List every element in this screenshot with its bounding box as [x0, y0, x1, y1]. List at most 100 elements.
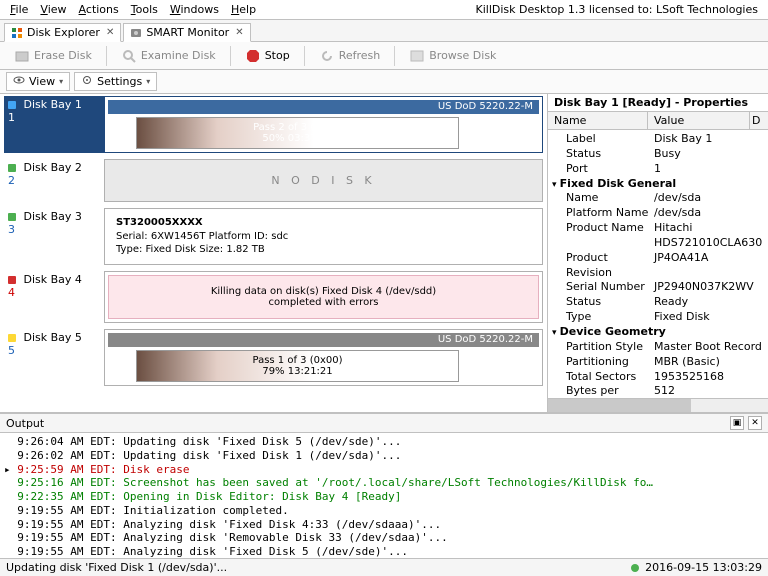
refresh-button[interactable]: Refresh: [311, 46, 389, 66]
bay-handle: Disk Bay 5 5: [4, 329, 104, 386]
disk-model: ST320005XXXX: [116, 217, 203, 228]
button-label: Refresh: [339, 49, 381, 62]
tab-label: SMART Monitor: [146, 26, 229, 39]
button-label: Erase Disk: [34, 49, 92, 62]
bay-body: Killing data on disk(s) Fixed Disk 4 (/d…: [104, 271, 543, 323]
settings-dropdown[interactable]: Settings ▾: [74, 72, 157, 91]
menu-view[interactable]: View: [34, 1, 72, 18]
bay-number: 5: [8, 344, 15, 357]
browse-icon: [409, 48, 425, 64]
main-toolbar: Erase Disk Examine Disk Stop Refresh Bro…: [0, 42, 768, 70]
erase-icon: [14, 48, 30, 64]
menu-file[interactable]: File: [4, 1, 34, 18]
column-d[interactable]: D: [750, 112, 768, 129]
menubar: File View Actions Tools Windows Help Kil…: [0, 0, 768, 20]
bay-title: Disk Bay 4: [24, 273, 82, 286]
bay-number: 1: [8, 111, 15, 124]
examine-disk-button[interactable]: Examine Disk: [113, 46, 224, 66]
output-title: Output: [6, 417, 44, 430]
close-icon[interactable]: ✕: [748, 416, 762, 430]
log-line: 9:26:04 AM EDT: Updating disk 'Fixed Dis…: [4, 435, 764, 449]
prop-key: Product Revision: [550, 251, 654, 281]
stop-button[interactable]: Stop: [237, 46, 298, 66]
tab-bar: Disk Explorer ✕ SMART Monitor ✕: [0, 20, 768, 42]
disk-bay-5[interactable]: Disk Bay 5 5 US DoD 5220.22-M Pass 1 of …: [4, 329, 543, 386]
prop-value: Busy: [654, 147, 766, 162]
prop-key: Status: [550, 147, 654, 162]
prop-key: Product Name: [550, 221, 654, 251]
bay-handle: Disk Bay 1 1: [4, 96, 104, 153]
prop-key: Type: [550, 310, 654, 325]
progress-pct-time: 50% 03:37:01: [262, 133, 332, 144]
bay-handle: Disk Bay 3 3: [4, 208, 104, 265]
menu-windows[interactable]: Windows: [164, 1, 225, 18]
main-area: Disk Bay 1 1 US DoD 5220.22-M Pass 2 of …: [0, 94, 768, 412]
separator: [106, 46, 107, 66]
led-icon: [8, 101, 16, 109]
button-label: Browse Disk: [429, 49, 496, 62]
error-line: Killing data on disk(s) Fixed Disk 4 (/d…: [117, 286, 530, 297]
prop-value: MBR (Basic): [654, 355, 766, 370]
progress-bar: Pass 1 of 3 (0x00) 79% 13:21:21: [136, 350, 459, 382]
prop-key: Total Sectors: [550, 370, 654, 385]
prop-value: /dev/sda: [654, 191, 766, 206]
log-line: 9:26:02 AM EDT: Updating disk 'Fixed Dis…: [4, 449, 764, 463]
prop-value: 512: [654, 384, 766, 398]
prop-group[interactable]: Device Geometry: [550, 325, 766, 340]
menu-actions[interactable]: Actions: [73, 1, 125, 18]
disk-bay-list[interactable]: Disk Bay 1 1 US DoD 5220.22-M Pass 2 of …: [0, 94, 548, 412]
tab-disk-explorer[interactable]: Disk Explorer ✕: [4, 23, 121, 42]
erase-scheme: US DoD 5220.22-M: [108, 100, 539, 114]
output-panel: Output ▣ ✕ 9:26:04 AM EDT: Updating disk…: [0, 412, 768, 558]
log-line: 9:22:35 AM EDT: Opening in Disk Editor: …: [4, 490, 764, 504]
output-log[interactable]: 9:26:04 AM EDT: Updating disk 'Fixed Dis…: [0, 433, 768, 558]
dropdown-label: View: [29, 75, 55, 88]
disk-bay-3[interactable]: Disk Bay 3 3 ST320005XXXX Serial: 6XW145…: [4, 208, 543, 265]
button-label: Stop: [265, 49, 290, 62]
led-icon: [8, 276, 16, 284]
menu-help[interactable]: Help: [225, 1, 262, 18]
horizontal-scrollbar[interactable]: [548, 398, 768, 412]
browse-disk-button[interactable]: Browse Disk: [401, 46, 504, 66]
close-icon[interactable]: ✕: [104, 27, 114, 38]
float-icon[interactable]: ▣: [730, 416, 744, 430]
output-header: Output ▣ ✕: [0, 414, 768, 433]
properties-header: Name Value D: [548, 112, 768, 130]
bay-title: Disk Bay 2: [24, 161, 82, 174]
properties-title: Disk Bay 1 [Ready] - Properties: [548, 94, 768, 112]
log-line: 9:19:55 AM EDT: Initialization completed…: [4, 504, 764, 518]
column-name[interactable]: Name: [548, 112, 648, 129]
prop-value: Master Boot Record: [654, 340, 766, 355]
disk-bay-2[interactable]: Disk Bay 2 2 N O D I S K: [4, 159, 543, 202]
separator: [230, 46, 231, 66]
eye-icon: [13, 74, 25, 89]
properties-list[interactable]: LabelDisk Bay 1 StatusBusy Port1 Fixed D…: [548, 130, 768, 398]
error-line: completed with errors: [117, 297, 530, 308]
scrollbar-thumb[interactable]: [548, 399, 691, 412]
prop-key: Port: [550, 162, 654, 177]
led-icon: [8, 164, 16, 172]
disk-type-size: Type: Fixed Disk Size: 1.82 TB: [116, 244, 265, 255]
column-value[interactable]: Value: [648, 112, 750, 129]
bay-number: 2: [8, 174, 15, 187]
disk-bay-4[interactable]: Disk Bay 4 4 Killing data on disk(s) Fix…: [4, 271, 543, 323]
sub-toolbar: View ▾ Settings ▾: [0, 70, 768, 94]
tab-smart-monitor[interactable]: SMART Monitor ✕: [123, 23, 250, 42]
close-icon[interactable]: ✕: [233, 27, 243, 38]
stop-icon: [245, 48, 261, 64]
progress-pass: Pass 2 of 3 (0xFF): [253, 122, 342, 133]
bay-number: 3: [8, 223, 15, 236]
separator: [394, 46, 395, 66]
prop-group[interactable]: Fixed Disk General: [550, 177, 766, 192]
view-dropdown[interactable]: View ▾: [6, 72, 70, 91]
prop-value: JP4OA41A: [654, 251, 766, 281]
progress-pct-time: 79% 13:21:21: [262, 366, 332, 377]
prop-value: Hitachi HDS721010CLA630: [654, 221, 766, 251]
erase-disk-button[interactable]: Erase Disk: [6, 46, 100, 66]
menu-tools[interactable]: Tools: [125, 1, 164, 18]
bay-title: Disk Bay 3: [24, 210, 82, 223]
gear-icon: [81, 74, 93, 89]
disk-bay-1[interactable]: Disk Bay 1 1 US DoD 5220.22-M Pass 2 of …: [4, 96, 543, 153]
bay-body: N O D I S K: [104, 159, 543, 202]
prop-key: Label: [550, 132, 654, 147]
